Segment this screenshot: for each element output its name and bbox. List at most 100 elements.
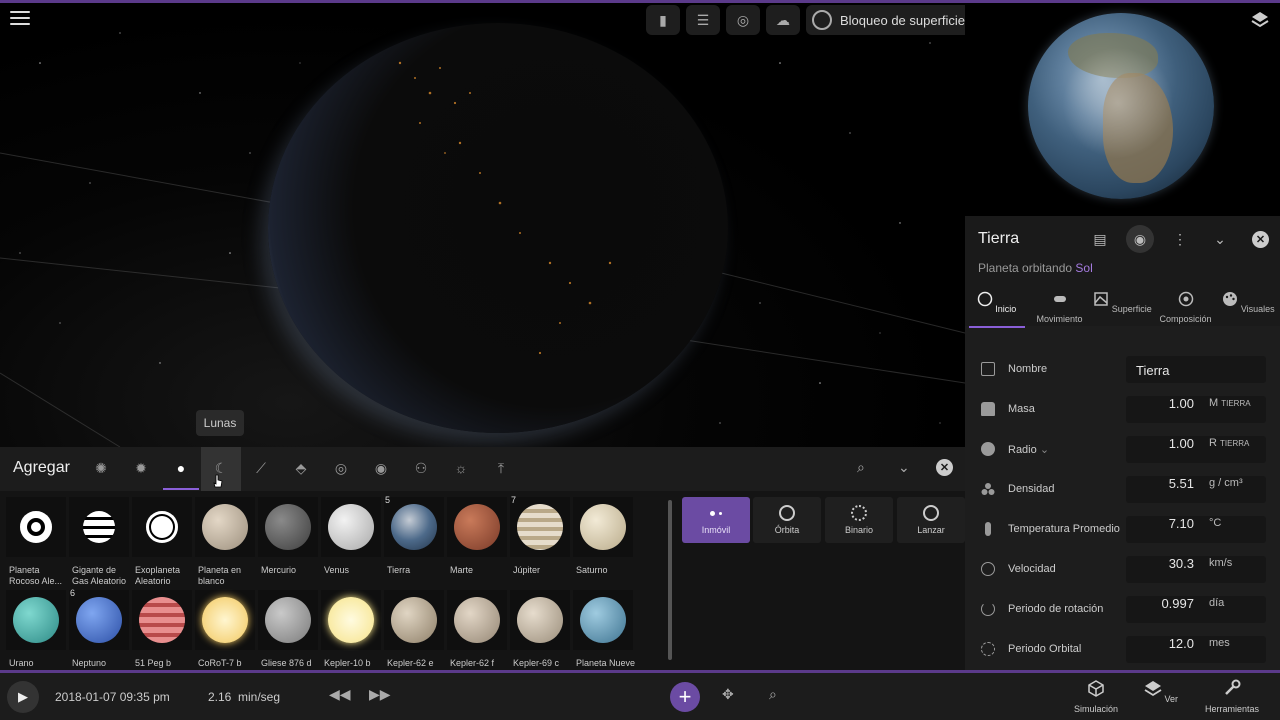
surface-lock-button[interactable]: Bloqueo de superficie: [806, 5, 976, 35]
object-tile[interactable]: Marte: [447, 497, 507, 585]
tab-superficie[interactable]: Superficie: [1091, 284, 1154, 328]
layers-icon[interactable]: [1250, 10, 1270, 30]
objects-scrollbar[interactable]: [668, 500, 672, 660]
object-tile[interactable]: Mercurio: [258, 497, 318, 585]
search-icon[interactable]: ⌕: [769, 686, 777, 703]
crosshair-icon: [923, 505, 939, 521]
object-properties-panel: Tierra Planeta orbitando Sol ▤ ◉ ⋮ ⌄ ✕ I…: [965, 216, 1280, 670]
category-launch-icon[interactable]: ⤒: [488, 455, 514, 481]
active-category-indicator: [163, 488, 199, 490]
sim-datetime[interactable]: 2018-01-07 09:35 pm: [55, 690, 170, 704]
tab-inicio[interactable]: Inicio: [965, 284, 1028, 328]
object-tile[interactable]: Gigante de Gas Aleatorio: [69, 497, 129, 586]
object-tile[interactable]: Venus: [321, 497, 381, 585]
add-panel-header: Agregar ✺ ✹ ● ☾ ⟋ ⬘ ◎ ◉ ⚇ ☼ ⤒ ⌕ ⌄ ✕: [0, 447, 965, 491]
object-title: Tierra: [978, 230, 1020, 247]
earth-thumbnail: [1028, 13, 1214, 199]
object-tile[interactable]: 51 Peg b: [132, 590, 192, 670]
objects-grid: Planeta Rocoso Ale... Gigante de Gas Ale…: [0, 491, 675, 670]
search-icon[interactable]: ⌕: [857, 459, 865, 476]
object-tile[interactable]: Kepler-10 b: [321, 590, 381, 670]
add-object-button[interactable]: +: [670, 682, 700, 712]
more-icon[interactable]: ⋮: [1169, 228, 1191, 250]
tab-composicion[interactable]: Composición: [1154, 284, 1217, 328]
mode-inmovil[interactable]: Inmóvil: [682, 497, 750, 543]
mode-binario[interactable]: Binario: [825, 497, 893, 543]
main-menu-button[interactable]: [10, 11, 30, 29]
card-icon[interactable]: ▤: [1089, 228, 1111, 250]
composition-icon: [1178, 291, 1193, 307]
object-tile[interactable]: 7 Júpiter: [510, 495, 570, 585]
motion-icon: [1053, 296, 1066, 302]
temperature-input[interactable]: [1126, 516, 1266, 543]
gravity-icon[interactable]: ◎: [726, 5, 760, 35]
city-lights: [398, 61, 612, 355]
velocity-input[interactable]: [1126, 556, 1266, 583]
object-tile[interactable]: Kepler-62 f: [447, 590, 507, 670]
parent-link[interactable]: Sol: [1075, 261, 1092, 275]
chevron-down-icon[interactable]: ⌄: [898, 459, 910, 476]
object-tile[interactable]: Urano: [6, 590, 66, 670]
rewind-icon[interactable]: ◀◀: [329, 686, 351, 703]
category-comets-icon[interactable]: ⟋: [248, 455, 274, 481]
tools-menu-button[interactable]: Herramientas: [1202, 679, 1262, 714]
category-spacecraft-icon[interactable]: ⬘: [288, 455, 314, 481]
add-panel-title: Agregar: [13, 459, 70, 476]
object-tile[interactable]: Planeta Nueve: [573, 590, 635, 670]
view-menu-button[interactable]: Ver: [1131, 679, 1191, 704]
density-input[interactable]: [1126, 476, 1266, 503]
cube-icon: [1088, 680, 1104, 697]
object-tile[interactable]: Planeta en blanco: [195, 497, 255, 586]
moons-tooltip: Lunas: [196, 410, 244, 436]
object-tile[interactable]: Planeta Rocoso Ale...: [6, 497, 66, 586]
sliders-icon[interactable]: ☰: [686, 5, 720, 35]
mode-orbita[interactable]: Órbita: [753, 497, 821, 543]
category-random-icon[interactable]: ✺: [88, 455, 114, 481]
object-tile[interactable]: Exoplaneta Aleatorio: [132, 497, 192, 586]
property-list: Nombre Tierra Masa 1.00 M TIERRA Radio ⌄…: [965, 328, 1280, 670]
fast-forward-icon[interactable]: ▶▶: [369, 686, 391, 703]
category-systems-icon[interactable]: ⚇: [408, 455, 434, 481]
mouse-cursor: [213, 474, 223, 488]
panel-header: Tierra Planeta orbitando Sol ▤ ◉ ⋮ ⌄ ✕ I…: [965, 216, 1280, 328]
rotation-period-input[interactable]: [1126, 596, 1266, 623]
category-galaxies-icon[interactable]: ◎: [328, 455, 354, 481]
object-tile[interactable]: Kepler-62 e: [384, 590, 444, 670]
chevron-down-icon[interactable]: ⌄: [1209, 228, 1231, 250]
category-planets-icon[interactable]: ●: [168, 455, 194, 481]
orbital-period-input[interactable]: [1126, 636, 1266, 663]
object-tile[interactable]: Saturno: [573, 497, 633, 585]
simulation-menu-button[interactable]: Simulación: [1066, 679, 1126, 714]
weight-icon: [981, 402, 995, 416]
circle-icon: [977, 291, 992, 307]
property-row-masa: Masa 1.00 M TIERRA: [965, 389, 1280, 429]
play-button[interactable]: ▶: [7, 681, 39, 713]
cloud-icon[interactable]: ☁: [766, 5, 800, 35]
speedometer-icon: [981, 562, 995, 576]
category-sun-icon[interactable]: ☼: [448, 455, 474, 481]
object-tile[interactable]: 6 Neptuno: [69, 588, 129, 670]
object-tile[interactable]: 5 Tierra: [384, 495, 444, 585]
tab-movimiento[interactable]: Movimiento: [1028, 284, 1091, 328]
object-tile[interactable]: Kepler-69 c: [510, 590, 570, 670]
object-tile[interactable]: CoRoT-7 b: [195, 590, 255, 670]
object-tile[interactable]: Gliese 876 d: [258, 590, 318, 670]
binary-icon: [851, 505, 867, 521]
space-viewport[interactable]: [0, 3, 965, 447]
surface-icon: [1094, 292, 1108, 306]
time-rate-value[interactable]: 2.16: [208, 690, 231, 704]
object-subtitle: Planeta orbitando Sol: [978, 261, 1093, 275]
viewport-toolbar: ▮ ☰ ◎ ☁ Bloqueo de superficie: [646, 5, 976, 35]
property-row-nombre: Nombre Tierra: [965, 349, 1280, 389]
gestures-icon[interactable]: ✥: [722, 686, 734, 703]
mode-lanzar[interactable]: Lanzar: [897, 497, 965, 543]
tab-visuales[interactable]: Visuales: [1217, 284, 1280, 328]
surface-lock-label: Bloqueo de superficie: [840, 12, 966, 28]
close-icon[interactable]: ✕: [936, 459, 953, 476]
flashlight-icon[interactable]: ▮: [646, 5, 680, 35]
category-stars-icon[interactable]: ✹: [128, 455, 154, 481]
category-blackholes-icon[interactable]: ◉: [368, 455, 394, 481]
orbit-icon: [981, 642, 995, 656]
eye-icon[interactable]: ◉: [1126, 225, 1154, 253]
close-icon[interactable]: ✕: [1252, 231, 1269, 248]
